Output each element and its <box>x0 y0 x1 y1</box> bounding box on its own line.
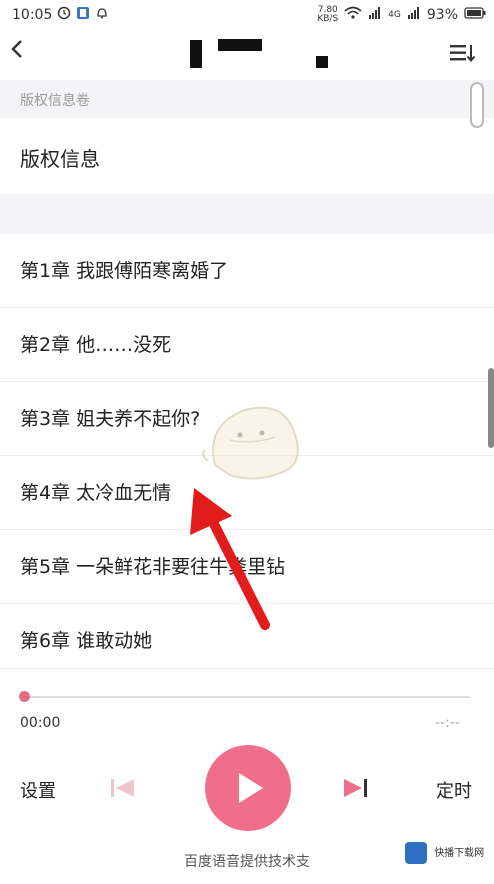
redacted-title-block <box>190 40 202 68</box>
chapter-title: 第1章 我跟傅陌寒离婚了 <box>20 260 229 282</box>
network-speed: 7.80 KB/S <box>317 6 338 24</box>
red-arrow-annotation-icon <box>180 480 280 634</box>
redacted-title-block <box>316 56 328 68</box>
chapter-item[interactable]: 第1章 我跟傅陌寒离婚了 <box>0 234 494 308</box>
mascot-watermark-icon <box>200 395 310 489</box>
timer-button[interactable]: 定时 <box>436 777 472 803</box>
skip-previous-icon <box>111 779 134 797</box>
chapter-title: 第4章 太冷血无情 <box>20 482 172 504</box>
copyright-item-label: 版权信息 <box>20 147 100 171</box>
chapter-item[interactable]: 第2章 他……没死 <box>0 308 494 382</box>
progress-track[interactable] <box>24 696 470 698</box>
battery-percent: 93% <box>426 7 458 23</box>
settings-button[interactable]: 设置 <box>20 777 56 803</box>
app-header <box>0 30 494 80</box>
sort-list-button[interactable] <box>450 44 476 66</box>
network-speed-unit: KB/S <box>317 14 339 24</box>
app-notification-icon <box>76 6 90 24</box>
lte-label: 4G <box>388 9 401 20</box>
status-time: 10:05 <box>12 7 53 23</box>
back-button[interactable] <box>10 38 24 66</box>
alarm-icon <box>57 6 71 24</box>
volume-label-text: 版权信息卷 <box>20 93 90 109</box>
chevron-left-icon <box>11 40 22 58</box>
status-bar: 10:05 7.80 KB/S 4G 93% <box>0 0 494 30</box>
volume-label: 版权信息卷 <box>0 80 494 118</box>
skip-next-icon <box>344 779 367 797</box>
total-time: --:-- <box>435 715 460 731</box>
play-button[interactable] <box>205 745 291 831</box>
chapter-title: 第3章 姐夫养不起你? <box>20 408 201 430</box>
copyright-item[interactable]: 版权信息 <box>0 118 494 194</box>
scrollbar-thumb[interactable] <box>488 368 494 448</box>
sort-list-icon <box>450 45 476 63</box>
redacted-title-block <box>218 39 262 51</box>
site-logo-icon <box>405 842 427 864</box>
signal-icon <box>368 6 382 24</box>
previous-button[interactable] <box>108 773 138 807</box>
play-icon <box>239 773 263 803</box>
wifi-icon <box>344 6 362 24</box>
site-watermark: 快播下载网 <box>405 842 484 864</box>
section-divider <box>0 194 494 234</box>
progress-knob[interactable] <box>19 691 30 702</box>
current-time: 00:00 <box>20 715 61 731</box>
chapter-title: 第6章 谁敢动她 <box>20 630 153 652</box>
signal-icon-2 <box>407 6 421 24</box>
bell-icon <box>95 6 109 24</box>
battery-icon <box>464 7 486 23</box>
next-button[interactable] <box>340 773 370 807</box>
site-watermark-text: 快播下载网 <box>434 848 485 859</box>
chapter-title: 第2章 他……没死 <box>20 334 172 356</box>
